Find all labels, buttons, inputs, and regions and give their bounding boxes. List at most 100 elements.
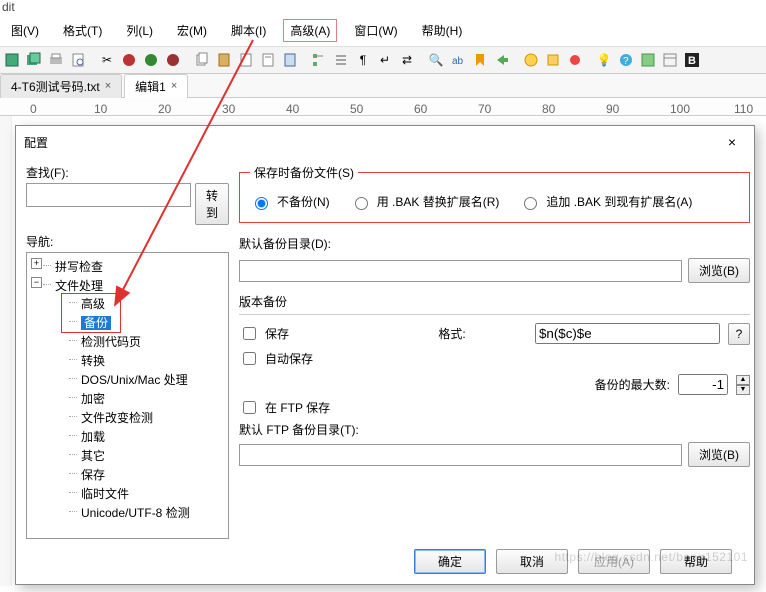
chk-save[interactable]: 保存 xyxy=(239,324,369,343)
app-title-fragment: dit xyxy=(0,0,766,15)
tab-file1[interactable]: 4-T6测试号码.txt × xyxy=(0,74,122,98)
tree-encrypt[interactable]: 加密 xyxy=(69,389,226,408)
tb-globe2-icon[interactable] xyxy=(141,50,161,70)
backup-on-save-group: 保存时备份文件(S) 不备份(N) 用 .BAK 替换扩展名(R) 追加 .BA… xyxy=(239,164,750,223)
tree-file-handling[interactable]: −文件处理 高级 备份 检测代码页 转换 DOS/Unix/Mac 处理 加密 … xyxy=(43,276,226,523)
tree-dos-unix-mac[interactable]: DOS/Unix/Mac 处理 xyxy=(69,370,226,389)
backup-group-legend: 保存时备份文件(S) xyxy=(250,164,358,181)
chk-ftp-save[interactable]: 在 FTP 保存 xyxy=(239,398,750,417)
tree-file-change-detect[interactable]: 文件改变检测 xyxy=(69,408,226,427)
tb-bold-icon[interactable]: B xyxy=(682,50,702,70)
default-backup-dir-input[interactable] xyxy=(239,260,682,282)
svg-text:ab: ab xyxy=(452,56,464,67)
tb-help-icon[interactable]: ? xyxy=(616,50,636,70)
tb-doc3-icon[interactable] xyxy=(280,50,300,70)
line-gutter xyxy=(0,116,12,586)
search-input[interactable] xyxy=(26,183,191,207)
tree-convert[interactable]: 转换 xyxy=(69,351,226,370)
tb-saveall-icon[interactable] xyxy=(24,50,44,70)
browse-ftp-dir-button[interactable]: 浏览(B) xyxy=(688,442,750,467)
format-help-button[interactable]: ? xyxy=(728,323,750,345)
spin-up-icon[interactable]: ▲ xyxy=(736,375,750,385)
tab-file1-label: 4-T6测试号码.txt xyxy=(11,78,100,95)
radio-no-backup[interactable]: 不备份(N) xyxy=(250,193,330,210)
tree-load[interactable]: 加载 xyxy=(69,427,226,446)
tb-run-icon[interactable] xyxy=(521,50,541,70)
tb-config-icon[interactable] xyxy=(638,50,658,70)
dialog-titlebar: 配置 × xyxy=(16,126,754,158)
tree-misc[interactable]: 其它 xyxy=(69,446,226,465)
tb-doc1-icon[interactable] xyxy=(236,50,256,70)
cancel-button[interactable]: 取消 xyxy=(496,549,568,574)
spin-down-icon[interactable]: ▼ xyxy=(736,385,750,395)
tree-spellcheck[interactable]: +拼写检查 xyxy=(43,257,226,276)
menu-bar: 图(V) 格式(T) 列(L) 宏(M) 脚本(I) 高级(A) 窗口(W) 帮… xyxy=(0,15,766,46)
tb-record-icon[interactable] xyxy=(565,50,585,70)
goto-button[interactable]: 转到 xyxy=(195,183,229,225)
tb-save-icon[interactable] xyxy=(2,50,22,70)
tree-advanced[interactable]: 高级 xyxy=(69,294,226,313)
menu-window[interactable]: 窗口(W) xyxy=(347,19,404,42)
tree-save[interactable]: 保存 xyxy=(69,465,226,484)
tb-print-icon[interactable] xyxy=(46,50,66,70)
menu-help[interactable]: 帮助(H) xyxy=(415,19,470,42)
version-backup-label: 版本备份 xyxy=(239,293,750,310)
tree-unicode[interactable]: Unicode/UTF-8 检测 xyxy=(69,503,226,522)
nav-tree[interactable]: +拼写检查 −文件处理 高级 备份 检测代码页 转换 DOS/Unix/Mac … xyxy=(26,252,229,539)
tab-file1-close-icon[interactable]: × xyxy=(105,80,111,92)
tb-paste-icon[interactable] xyxy=(214,50,234,70)
chk-autosave[interactable]: 自动保存 xyxy=(239,349,750,368)
dialog-button-row: 确定 取消 应用(A) 帮助 xyxy=(26,539,744,584)
radio-bak-append[interactable]: 追加 .BAK 到现有扩展名(A) xyxy=(519,193,692,210)
tree-detect-codepage[interactable]: 检测代码页 xyxy=(69,332,226,351)
max-backups-label: 备份的最大数: xyxy=(595,376,670,393)
tb-wrap-icon[interactable]: ↵ xyxy=(375,50,395,70)
menu-format[interactable]: 格式(T) xyxy=(56,19,109,42)
tb-cut-icon[interactable]: ✂ xyxy=(97,50,117,70)
tb-replace-icon[interactable]: ab xyxy=(448,50,468,70)
menu-macro[interactable]: 宏(M) xyxy=(170,19,214,42)
tb-find-icon[interactable]: 🔍 xyxy=(426,50,446,70)
tab-file2-label: 编辑1 xyxy=(135,78,166,95)
format-label: 格式: xyxy=(377,325,527,342)
menu-view[interactable]: 图(V) xyxy=(4,19,46,42)
tab-file2[interactable]: 编辑1 × xyxy=(124,74,188,98)
help-button[interactable]: 帮助 xyxy=(660,549,732,574)
document-tabbar: 4-T6测试号码.txt × 编辑1 × xyxy=(0,74,766,98)
tb-preview-icon[interactable] xyxy=(68,50,88,70)
tb-bulb-icon[interactable]: 💡 xyxy=(594,50,614,70)
max-backups-input[interactable] xyxy=(678,374,728,395)
tb-copy-icon[interactable] xyxy=(192,50,212,70)
tb-macro-icon[interactable] xyxy=(543,50,563,70)
tree-temp-files[interactable]: 临时文件 xyxy=(69,484,226,503)
menu-column[interactable]: 列(L) xyxy=(119,19,160,42)
nav-label: 导航: xyxy=(26,233,229,250)
tb-panel-icon[interactable] xyxy=(660,50,680,70)
format-input[interactable] xyxy=(535,323,720,344)
config-dialog: 配置 × 查找(F): 转到 导航: +拼写检查 −文件处理 高级 xyxy=(15,125,755,585)
tb-list-icon[interactable] xyxy=(331,50,351,70)
ok-button[interactable]: 确定 xyxy=(414,549,486,574)
svg-text:?: ? xyxy=(623,56,629,67)
tb-goto-icon[interactable] xyxy=(492,50,512,70)
svg-text:B: B xyxy=(688,55,696,67)
tb-globe1-icon[interactable] xyxy=(119,50,139,70)
ruler: 0 10 20 30 40 50 60 70 80 90 100 110 xyxy=(0,98,766,116)
ftp-backup-dir-input[interactable] xyxy=(239,444,682,466)
browse-backup-dir-button[interactable]: 浏览(B) xyxy=(688,258,750,283)
tb-tree-icon[interactable] xyxy=(309,50,329,70)
radio-bak-replace[interactable]: 用 .BAK 替换扩展名(R) xyxy=(350,193,500,210)
tree-backup[interactable]: 备份 xyxy=(69,313,226,332)
tab-file2-close-icon[interactable]: × xyxy=(171,80,177,92)
max-backups-spinner[interactable]: ▲ ▼ xyxy=(736,375,750,395)
tb-globe3-icon[interactable] xyxy=(163,50,183,70)
menu-advanced[interactable]: 高级(A) xyxy=(283,19,337,42)
tb-toggle-icon[interactable]: ⇄ xyxy=(397,50,417,70)
dialog-close-icon[interactable]: × xyxy=(718,132,746,152)
apply-button[interactable]: 应用(A) xyxy=(578,549,650,574)
tb-para-icon[interactable]: ¶ xyxy=(353,50,373,70)
tb-doc2-icon[interactable] xyxy=(258,50,278,70)
tb-bookmark-icon[interactable] xyxy=(470,50,490,70)
dialog-title: 配置 xyxy=(24,134,48,151)
menu-script[interactable]: 脚本(I) xyxy=(224,19,273,42)
